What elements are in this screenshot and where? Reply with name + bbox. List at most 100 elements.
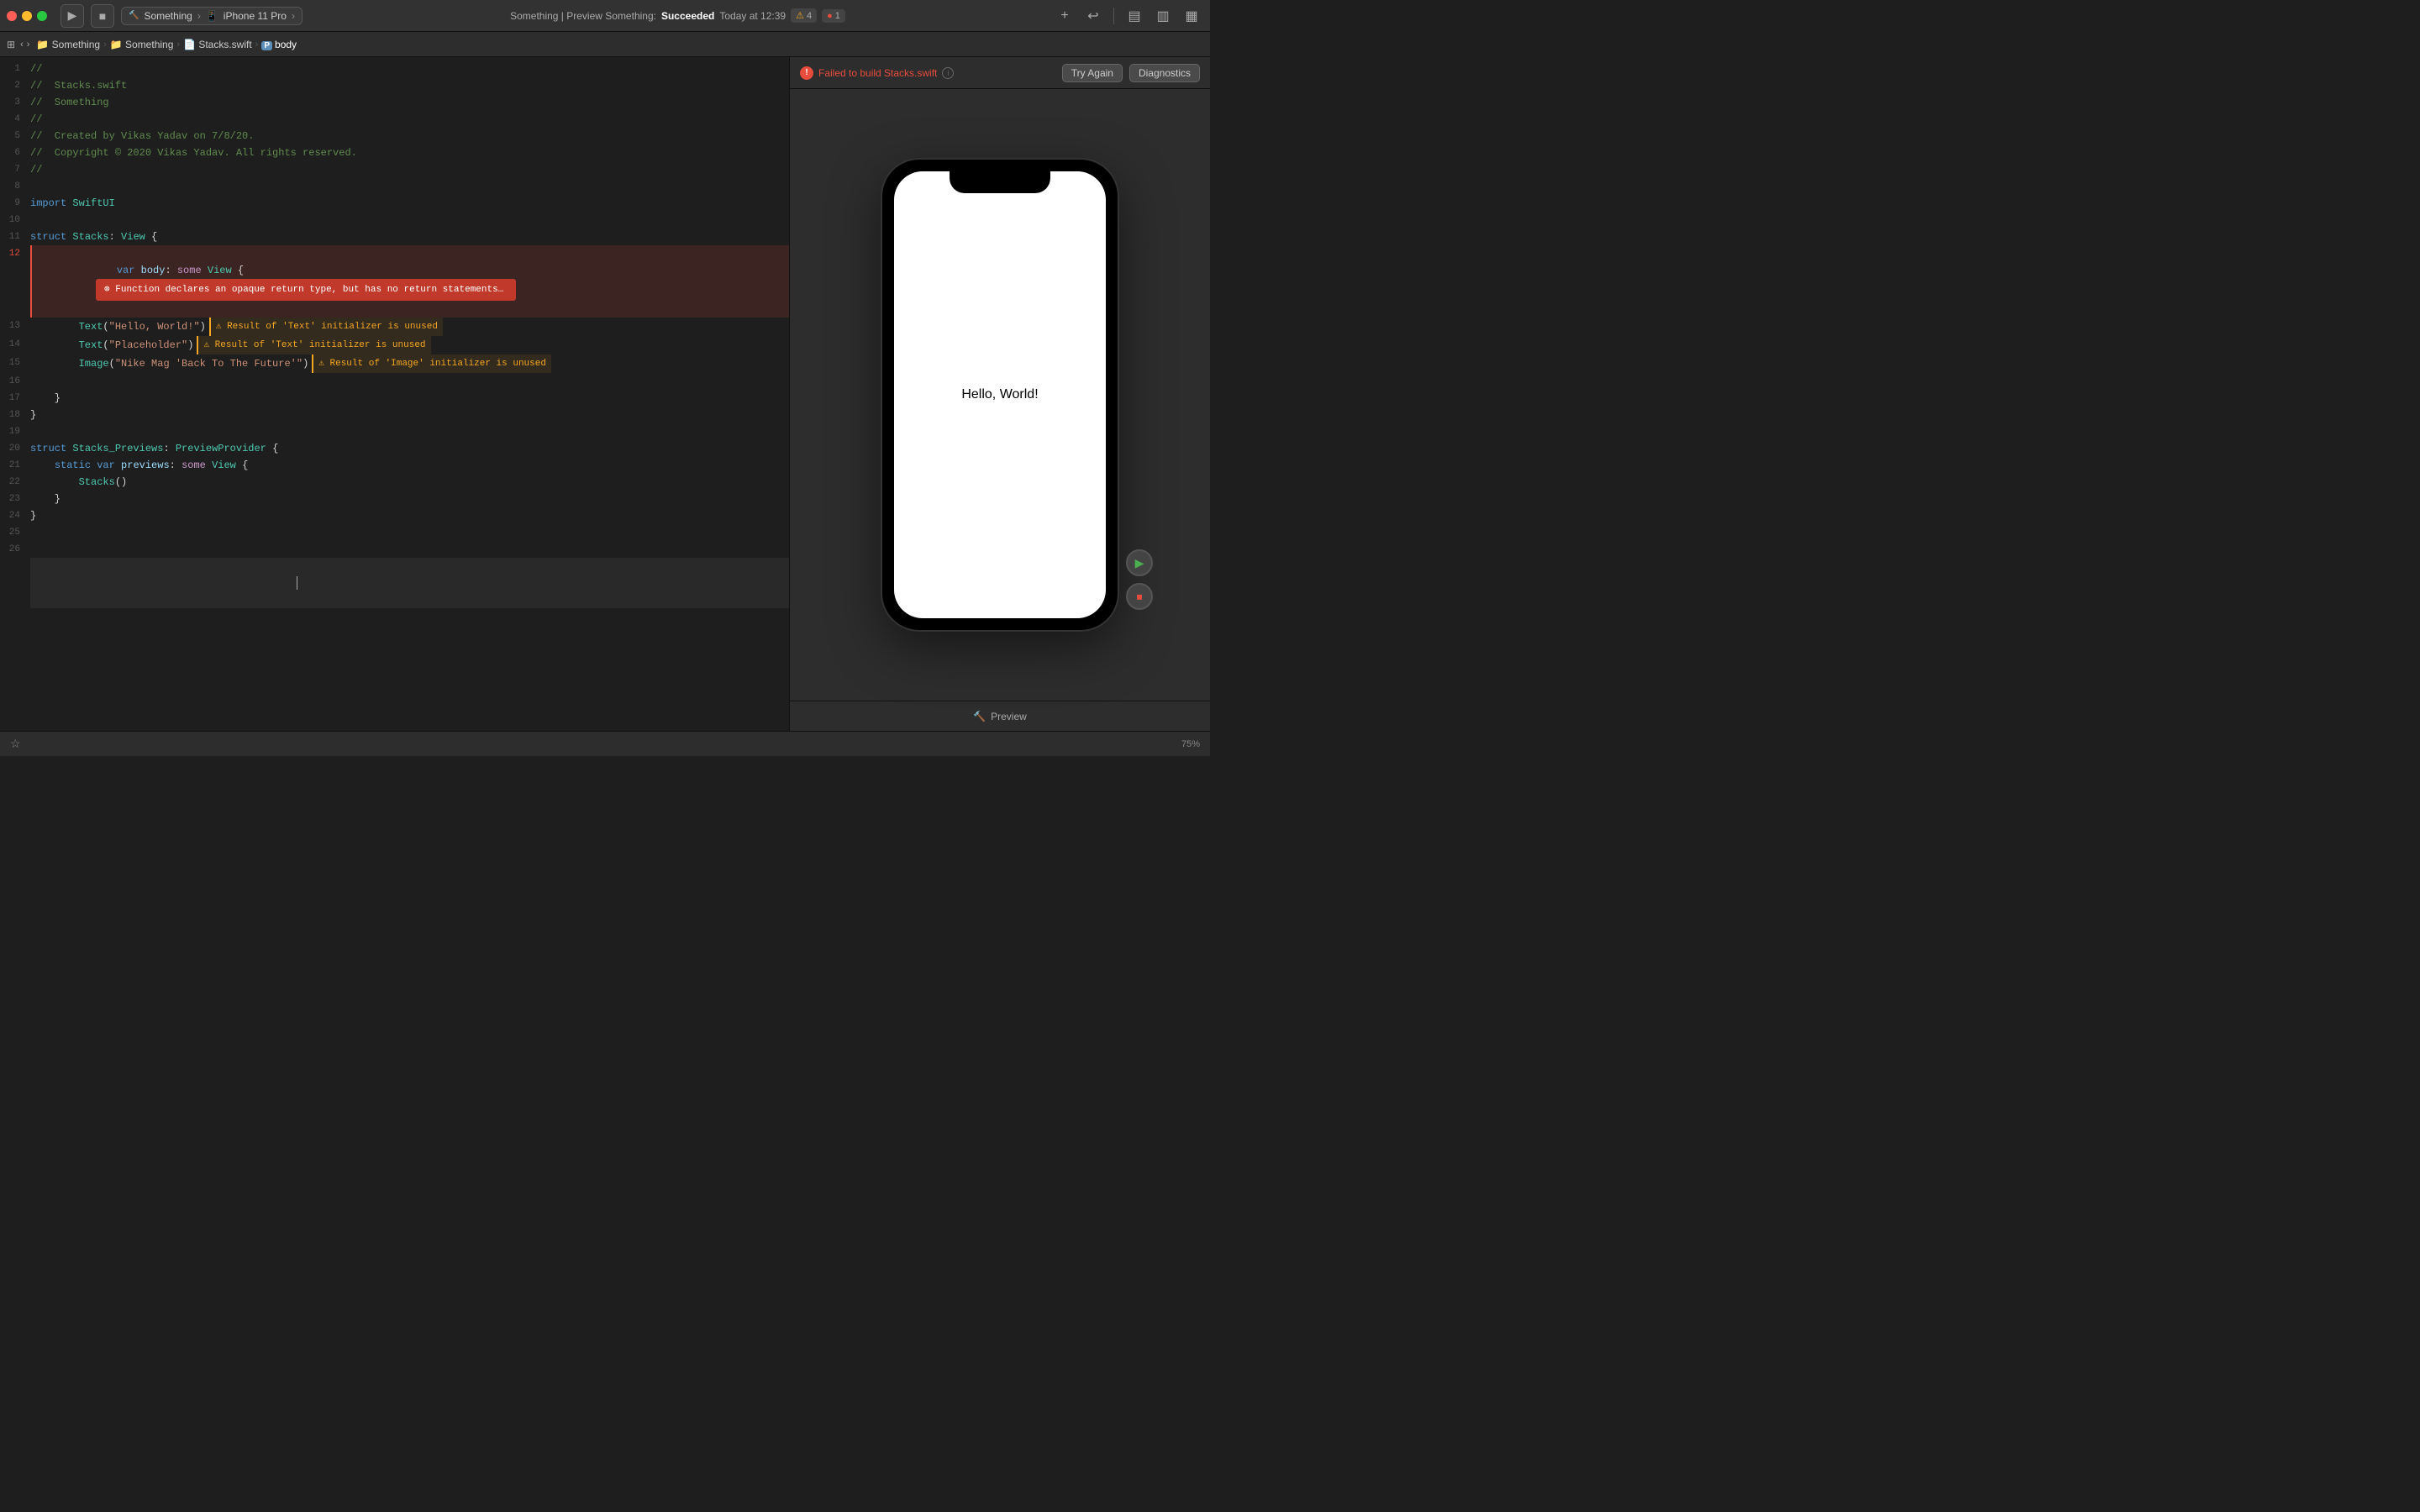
play-button[interactable]: ▶	[60, 4, 84, 28]
error-count: 1	[835, 11, 840, 21]
status-right: 75%	[1181, 739, 1200, 749]
code-line: 13 Text("Hello, World!") ⚠ Result of 'Te…	[0, 318, 789, 336]
title-bar: ▶ ■ 🔨 Something › 📱 iPhone 11 Pro › Some…	[0, 0, 1210, 32]
code-line: 6 // Copyright © 2020 Vikas Yadav. All r…	[0, 144, 789, 161]
preview-header: ! Failed to build Stacks.swift i Try Aga…	[790, 57, 1210, 89]
close-button[interactable]	[7, 11, 17, 21]
scheme-icon: 🔨	[129, 11, 139, 20]
chevron-icon: ›	[197, 10, 201, 22]
preview-play-button[interactable]: ▶	[1126, 549, 1153, 576]
code-line: 24 }	[0, 507, 789, 524]
error-banner: ! Failed to build Stacks.swift i	[800, 66, 954, 80]
breadcrumb-item-3[interactable]: 📄 Stacks.swift	[183, 39, 252, 50]
diagnostics-button[interactable]: Diagnostics	[1129, 64, 1200, 82]
code-area: 1 // 2 // Stacks.swift 3 // Something 4 …	[0, 57, 789, 612]
code-line: 2 // Stacks.swift	[0, 77, 789, 94]
error-text: Failed to build Stacks.swift	[818, 67, 937, 79]
toolbar-right: + ↩ ▤ ▥ ▦	[1053, 4, 1203, 28]
zoom-level[interactable]: 75%	[1181, 739, 1200, 749]
separator	[1113, 8, 1114, 24]
nav-back-button[interactable]: ‹	[20, 39, 24, 50]
code-line: 8	[0, 178, 789, 195]
layout-button-1[interactable]: ▤	[1123, 4, 1146, 28]
code-line: 9 import SwiftUI	[0, 195, 789, 212]
code-line: 17 }	[0, 390, 789, 407]
preview-controls: ▶ ⏹	[1126, 549, 1153, 610]
cursor-line	[0, 558, 789, 608]
separator-3: ›	[176, 39, 180, 50]
error-bubble: ⊗ Function declares an opaque return typ…	[96, 279, 516, 301]
phone-text: Hello, World!	[961, 387, 1038, 402]
code-line: 5 // Created by Vikas Yadav on 7/8/20.	[0, 128, 789, 144]
breadcrumb-item-2[interactable]: 📁 Something	[110, 39, 174, 50]
separator-4: ›	[255, 39, 259, 50]
warning-annotation-2: ⚠ Result of 'Text' initializer is unused	[197, 336, 430, 354]
code-line: 15 Image("Nike Mag 'Back To The Future'"…	[0, 354, 789, 373]
scheme-name: Something	[144, 10, 192, 22]
error-icon: ●	[827, 11, 833, 21]
build-time: Today at 12:39	[719, 10, 786, 22]
build-status: Something | Preview Something: Succeeded…	[510, 8, 845, 23]
back-button[interactable]: ↩	[1081, 4, 1105, 28]
preview-body: Hello, World! ▶ ⏹	[790, 89, 1210, 701]
code-line: 21 static var previews: some View {	[0, 457, 789, 474]
preview-panel: ! Failed to build Stacks.swift i Try Aga…	[790, 57, 1210, 731]
warning-badge[interactable]: ⚠ 4	[791, 8, 817, 23]
code-line: 1 //	[0, 60, 789, 77]
scheme-selector[interactable]: 🔨 Something › 📱 iPhone 11 Pro ›	[121, 7, 302, 25]
code-line: 25	[0, 524, 789, 541]
preview-stop-button[interactable]: ⏹	[1126, 583, 1153, 610]
warning-count: 4	[807, 11, 812, 21]
code-line: 20 struct Stacks_Previews: PreviewProvid…	[0, 440, 789, 457]
error-badge[interactable]: ● 1	[822, 9, 845, 23]
preview-footer: 🔨 Preview	[790, 701, 1210, 731]
error-circle-icon: !	[800, 66, 813, 80]
traffic-lights	[7, 11, 47, 21]
build-status-text: Something | Preview Something:	[510, 10, 656, 22]
preview-icon: 🔨	[973, 711, 986, 722]
code-line: 23 }	[0, 491, 789, 507]
breadcrumb-nav: ⊞	[7, 39, 17, 50]
grid-icon[interactable]: ⊞	[7, 39, 15, 50]
code-line: 4 //	[0, 111, 789, 128]
code-line: 22 Stacks()	[0, 474, 789, 491]
breadcrumb-item-4[interactable]: Pbody	[261, 39, 297, 50]
code-line: 14 Text("Placeholder") ⚠ Result of 'Text…	[0, 336, 789, 354]
iphone-wrapper: Hello, World! ▶ ⏹	[882, 160, 1118, 630]
warning-annotation-3: ⚠ Result of 'Image' initializer is unuse…	[312, 354, 551, 373]
chevron-down-icon: ›	[292, 10, 295, 22]
separator-2: ›	[103, 39, 107, 50]
code-line: 11 struct Stacks: View {	[0, 228, 789, 245]
device-icon: 📱	[206, 10, 218, 22]
layout-button-2[interactable]: ▥	[1151, 4, 1175, 28]
maximize-button[interactable]	[37, 11, 47, 21]
iphone-notch	[950, 171, 1050, 193]
code-line: 19	[0, 423, 789, 440]
info-icon[interactable]: i	[942, 67, 954, 79]
warning-icon: ⚠	[796, 10, 804, 21]
nav-forward-button[interactable]: ›	[27, 39, 30, 50]
code-line: 16	[0, 373, 789, 390]
code-line: 18 }	[0, 407, 789, 423]
main-layout: 1 // 2 // Stacks.swift 3 // Something 4 …	[0, 57, 1210, 731]
try-again-button[interactable]: Try Again	[1062, 64, 1123, 82]
warning-annotation-1: ⚠ Result of 'Text' initializer is unused	[209, 318, 443, 336]
add-button[interactable]: +	[1053, 4, 1076, 28]
bookmark-icon[interactable]: ☆	[10, 737, 21, 751]
stop-button[interactable]: ■	[91, 4, 114, 28]
code-editor[interactable]: 1 // 2 // Stacks.swift 3 // Something 4 …	[0, 57, 790, 731]
breadcrumb-bar: ⊞ ‹ › 📁 Something › 📁 Something › 📄 Stac…	[0, 32, 1210, 57]
error-code-line: 12 var body: some View { ⊗ Function decl…	[0, 245, 789, 318]
p-tag: P	[261, 41, 272, 50]
preview-label: Preview	[991, 711, 1027, 722]
layout-button-3[interactable]: ▦	[1180, 4, 1203, 28]
center-bar: Something | Preview Something: Succeeded…	[309, 8, 1046, 23]
code-line: 10	[0, 212, 789, 228]
code-line: 26	[0, 541, 789, 558]
minimize-button[interactable]	[22, 11, 32, 21]
preview-actions: Try Again Diagnostics	[1062, 64, 1200, 82]
device-name: iPhone 11 Pro	[224, 10, 287, 22]
status-bar: ☆ 75%	[0, 731, 1210, 756]
breadcrumb-item-1[interactable]: 📁 Something	[36, 39, 100, 50]
iphone-screen: Hello, World!	[894, 171, 1106, 618]
